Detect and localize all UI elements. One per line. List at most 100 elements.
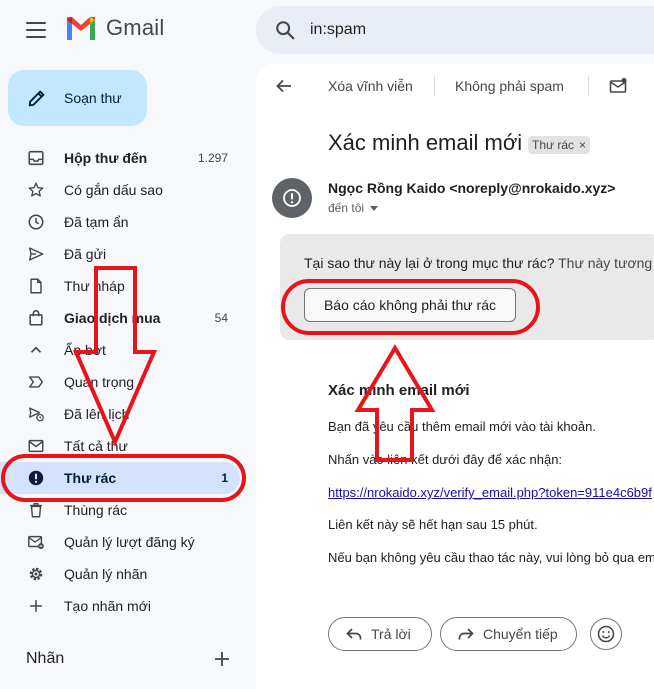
star-icon — [26, 180, 46, 200]
chevron-up-icon — [26, 340, 46, 360]
draft-icon — [26, 276, 46, 296]
sidebar-item-show-less[interactable]: Ẩn bớt — [0, 334, 240, 366]
spam-label-chip: Thư rác × — [528, 136, 591, 154]
sidebar-item-important[interactable]: Quan trọng — [0, 366, 240, 398]
forward-button[interactable]: Chuyển tiếp — [440, 617, 577, 651]
sidebar-item-label: Giao dịch mua — [64, 310, 161, 326]
sidebar-item-label: Ẩn bớt — [64, 342, 106, 358]
plus-icon — [26, 596, 46, 616]
search-input[interactable] — [310, 21, 610, 39]
sidebar-item-all-mail[interactable]: Tất cả thư — [0, 430, 240, 462]
sidebar-item-label: Quản lý lượt đăng ký — [64, 534, 195, 550]
report-not-spam-button[interactable]: Báo cáo không phải thư rác — [304, 288, 516, 322]
reply-label: Trả lời — [371, 626, 411, 642]
spam-reason-detail: Thư này tương — [554, 255, 653, 271]
gmail-logo[interactable]: Gmail — [64, 14, 164, 42]
sidebar-item-snoozed[interactable]: Đã tạm ẩn — [0, 206, 240, 238]
warning-icon — [283, 189, 301, 207]
sidebar-item-label: Thùng rác — [64, 502, 128, 518]
shopping-bag-icon — [26, 308, 46, 328]
search-bar[interactable] — [256, 6, 654, 54]
main-menu-button[interactable] — [26, 22, 46, 38]
sidebar-item-count: 54 — [214, 311, 228, 325]
sidebar-item-spam[interactable]: Thư rác 1 — [0, 462, 240, 494]
labels-section-title: Nhãn — [26, 650, 65, 667]
sender-name: Ngọc Rồng Kaido <noreply@nrokaido.xyz> — [328, 180, 616, 196]
inbox-icon — [26, 148, 46, 168]
sidebar-item-label: Tạo nhãn mới — [64, 598, 152, 614]
sidebar-item-starred[interactable]: Có gắn dấu sao — [0, 174, 240, 206]
sidebar-item-manage-labels[interactable]: Quản lý nhãn — [0, 558, 240, 590]
send-icon — [26, 244, 46, 264]
email-toolbar: Xóa vĩnh viễn Không phải spam — [256, 64, 654, 108]
sidebar-item-label: Có gắn dấu sao — [64, 182, 163, 198]
sidebar-item-label: Đã tạm ẩn — [64, 214, 129, 230]
sidebar-item-label: Đã lên lịch — [64, 406, 130, 422]
body-text: Liên kết này sẽ hết hạn sau 15 phút. — [328, 517, 538, 532]
compose-label: Soạn thư — [64, 90, 122, 106]
sidebar-item-count: 1.297 — [197, 151, 228, 165]
body-text: Bạn đã yêu cầu thêm email mới vào tài kh… — [328, 419, 596, 434]
sidebar-item-label: Hộp thư đến — [64, 150, 148, 166]
sidebar-item-inbox[interactable]: Hộp thư đến 1.297 — [0, 142, 240, 174]
smiley-icon — [597, 625, 615, 643]
gmail-m-icon — [67, 17, 95, 40]
pencil-icon — [28, 90, 45, 107]
remove-label-icon[interactable]: × — [579, 138, 586, 152]
sidebar-item-purchases[interactable]: Giao dịch mua 54 — [0, 302, 240, 334]
sidebar-item-trash[interactable]: Thùng rác — [0, 494, 240, 526]
sidebar-item-scheduled[interactable]: Đã lên lịch — [0, 398, 240, 430]
sidebar-item-drafts[interactable]: Thư nháp — [0, 270, 240, 302]
compose-button[interactable]: Soạn thư — [8, 70, 147, 126]
clock-icon — [26, 212, 46, 232]
spam-chip-label: Thư rác — [532, 138, 575, 152]
sidebar-item-create-label[interactable]: Tạo nhãn mới — [0, 590, 240, 622]
sidebar-item-label: Thư rác — [64, 470, 117, 486]
app-name: Gmail — [106, 15, 165, 40]
toolbar-divider — [434, 76, 435, 96]
add-label-icon[interactable] — [213, 650, 231, 668]
menu-bar — [26, 22, 46, 24]
spam-warning-banner: Tại sao thư này lại ở trong mục thư rác?… — [280, 234, 654, 340]
important-icon — [26, 372, 46, 392]
subscriptions-icon — [26, 532, 46, 552]
sidebar-item-label: Quản lý nhãn — [64, 566, 148, 582]
email-subject: Xác minh email mới — [328, 130, 523, 155]
sidebar-nav: Hộp thư đến 1.297 Có gắn dấu sao Đã tạm … — [0, 142, 246, 622]
spam-icon — [26, 468, 46, 488]
spam-reason-question: Tại sao thư này lại ở trong mục thư rác? — [304, 255, 555, 271]
forward-label: Chuyển tiếp — [483, 626, 558, 642]
reply-button[interactable]: Trả lời — [328, 617, 432, 651]
delete-forever-button[interactable]: Xóa vĩnh viễn — [328, 78, 413, 94]
all-mail-icon — [26, 436, 46, 456]
settings-icon — [26, 564, 46, 584]
body-text: Nhấn vào liên kết dưới đây để xác nhận: — [328, 452, 563, 467]
not-spam-toolbar-button[interactable]: Không phải spam — [455, 78, 564, 94]
trash-icon — [26, 500, 46, 520]
mark-unread-icon[interactable] — [609, 77, 627, 95]
emoji-reaction-button[interactable] — [590, 618, 622, 650]
sidebar-item-label: Tất cả thư — [64, 438, 128, 454]
caret-down-icon — [370, 205, 379, 211]
recipient-details[interactable]: đến tôi — [328, 201, 379, 215]
sidebar-item-manage-subscriptions[interactable]: Quản lý lượt đăng ký — [0, 526, 240, 558]
search-icon[interactable] — [274, 19, 296, 41]
recipient-label: đến tôi — [328, 201, 365, 215]
verification-link[interactable]: https://nrokaido.xyz/verify_email.php?to… — [328, 485, 652, 500]
sidebar-item-sent[interactable]: Đã gửi — [0, 238, 240, 270]
back-arrow-icon[interactable] — [274, 76, 294, 96]
body-text: Nếu bạn không yêu cầu thao tác này, vui … — [328, 550, 654, 565]
menu-bar — [26, 29, 46, 31]
sender-avatar — [272, 178, 312, 218]
spam-reason-text: Tại sao thư này lại ở trong mục thư rác?… — [304, 255, 652, 271]
menu-bar — [26, 36, 46, 38]
body-heading: Xác minh email mới — [328, 382, 470, 399]
sidebar-item-count: 1 — [221, 471, 228, 485]
reply-icon — [346, 628, 362, 640]
email-view: Xóa vĩnh viễn Không phải spam Xác minh e… — [256, 64, 654, 689]
toolbar-divider — [588, 76, 589, 96]
sidebar-item-label: Đã gửi — [64, 246, 107, 262]
scheduled-icon — [26, 404, 46, 424]
sidebar-item-label: Thư nháp — [64, 278, 125, 294]
forward-icon — [458, 628, 474, 640]
